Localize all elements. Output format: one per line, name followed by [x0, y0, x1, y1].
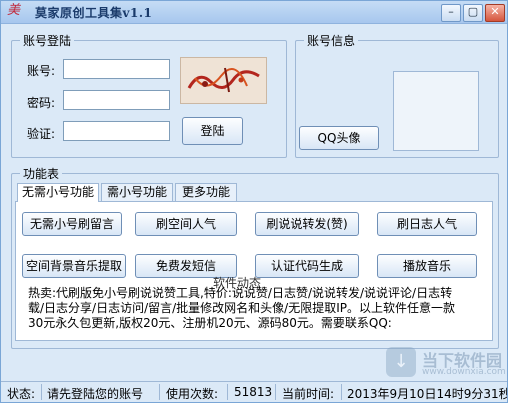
app-logo-icon: 美 — [7, 3, 21, 18]
close-button[interactable]: ✕ — [485, 4, 505, 22]
minimize-button[interactable]: – — [441, 4, 461, 22]
status-divider — [159, 384, 160, 400]
status-label: 状态: — [7, 387, 36, 401]
login-group-title: 账号登陆 — [20, 32, 75, 49]
watermark-url: www.downxia.com — [422, 367, 506, 377]
status-message: 请先登陆您的账号 — [47, 387, 144, 401]
captcha-input[interactable] — [63, 121, 170, 141]
time-value: 2013年9月10日14时9分31秒 — [347, 387, 508, 401]
login-button[interactable]: 登陆 — [182, 117, 243, 145]
status-divider — [227, 384, 228, 400]
download-logo-icon: ↓ — [386, 347, 416, 377]
account-info-group-title: 账号信息 — [304, 32, 359, 49]
functions-group-title: 功能表 — [20, 165, 63, 182]
account-label: 账号: — [27, 64, 56, 78]
time-label: 当前时间: — [282, 387, 335, 401]
captcha-glyphs-icon — [187, 67, 260, 93]
password-input[interactable] — [63, 90, 170, 110]
watermark: ↓ 当下软件园 www.downxia.com — [386, 347, 506, 381]
captcha-label: 验证: — [27, 127, 56, 141]
play-music-button[interactable]: 播放音乐 — [377, 254, 477, 278]
zone-popularity-button[interactable]: 刷空间人气 — [135, 212, 237, 236]
post-message-button[interactable]: 无需小号刷留言 — [22, 212, 122, 236]
status-divider — [41, 384, 42, 400]
blog-popularity-button[interactable]: 刷日志人气 — [377, 212, 477, 236]
extract-music-button[interactable]: 空间背景音乐提取 — [22, 254, 126, 278]
account-input[interactable] — [63, 59, 170, 79]
tab-no-alt-account[interactable]: 无需小号功能 — [17, 183, 99, 202]
status-divider — [341, 384, 342, 400]
uses-label: 使用次数: — [166, 387, 219, 401]
status-bar: 状态: 请先登陆您的账号 使用次数: 51813 当前时间: 2013年9月10… — [1, 381, 508, 402]
tab-more-functions[interactable]: 更多功能 — [175, 183, 237, 201]
repost-likes-button[interactable]: 刷说说转发(赞) — [255, 212, 359, 236]
auth-code-button[interactable]: 认证代码生成 — [255, 254, 359, 278]
app-window: 美 莫家原创工具集v1.1 – ▢ ✕ 账号登陆 账号: 密码: 验证: 登陆 … — [0, 0, 508, 403]
restore-button[interactable]: ▢ — [463, 4, 483, 22]
status-divider — [275, 384, 276, 400]
title-bar[interactable]: 美 莫家原创工具集v1.1 – ▢ ✕ — [1, 1, 507, 24]
uses-count: 51813 — [234, 385, 273, 399]
password-label: 密码: — [27, 96, 56, 110]
window-title: 莫家原创工具集v1.1 — [35, 6, 153, 20]
qq-avatar-button[interactable]: QQ头像 — [299, 126, 379, 150]
avatar — [393, 71, 479, 151]
tab-alt-account[interactable]: 需小号功能 — [101, 183, 173, 201]
news-text: 热卖:代刷版免小号刷说说赞工具,特价:说说赞/日志赞/说说转发/说说评论/日志转… — [28, 286, 455, 330]
captcha-image[interactable] — [180, 57, 267, 104]
